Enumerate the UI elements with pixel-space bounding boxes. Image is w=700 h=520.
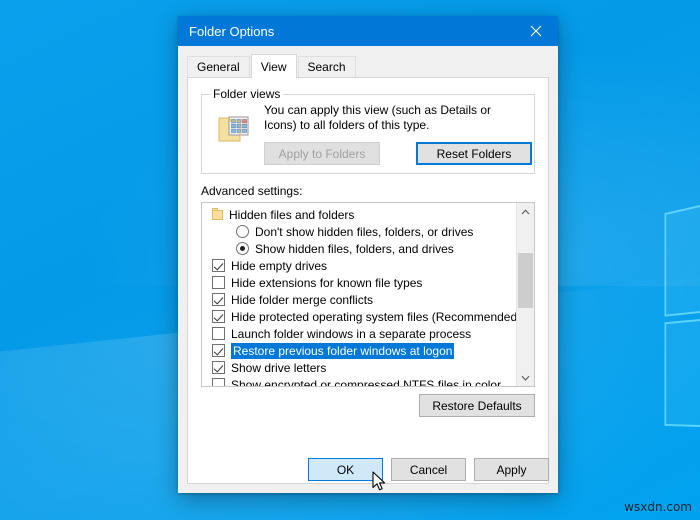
list-item-label: Hide protected operating system files (R… bbox=[231, 310, 516, 324]
folder-views-group: Folder views You can apply this view (su… bbox=[201, 94, 535, 174]
scrollbar-thumb[interactable] bbox=[518, 253, 533, 308]
list-scrollbar[interactable] bbox=[516, 203, 534, 386]
apply-label: Apply bbox=[496, 463, 526, 477]
radio-dont-show-hidden[interactable] bbox=[236, 225, 249, 238]
ok-button[interactable]: OK bbox=[308, 458, 383, 481]
restore-defaults-button[interactable]: Restore Defaults bbox=[419, 394, 535, 417]
list-item-label: Hidden files and folders bbox=[229, 208, 354, 222]
folder-views-legend: Folder views bbox=[210, 87, 283, 101]
list-item-label: Hide empty drives bbox=[231, 259, 327, 273]
site-watermark: wsxdn.com bbox=[624, 500, 692, 514]
apply-to-folders-label: Apply to Folders bbox=[279, 147, 366, 161]
tab-panel-view: Folder views You can apply this view (su… bbox=[187, 77, 549, 484]
list-item[interactable]: Show drive letters bbox=[202, 359, 516, 376]
folder-views-description: You can apply this view (such as Details… bbox=[264, 103, 526, 133]
list-item[interactable]: Hide empty drives bbox=[202, 257, 516, 274]
dialog-titlebar: Folder Options bbox=[178, 16, 558, 46]
advanced-settings-list[interactable]: Hidden files and folders Don't show hidd… bbox=[201, 202, 535, 387]
list-item[interactable]: Hide folder merge conflicts bbox=[202, 291, 516, 308]
reset-folders-button[interactable]: Reset Folders bbox=[416, 142, 532, 165]
checkbox-hide-folder-merge-conflicts[interactable] bbox=[212, 293, 225, 306]
cancel-label: Cancel bbox=[410, 463, 447, 477]
dialog-footer: OK Cancel Apply bbox=[308, 458, 549, 481]
dialog-title: Folder Options bbox=[189, 24, 274, 39]
checkbox-hide-empty-drives[interactable] bbox=[212, 259, 225, 272]
reset-folders-label: Reset Folders bbox=[437, 147, 512, 161]
list-item-label: Show encrypted or compressed NTFS files … bbox=[231, 378, 501, 387]
dialog-body: General View Search Folder views You can… bbox=[178, 46, 558, 493]
folder-icon bbox=[212, 208, 224, 221]
list-item[interactable]: Don't show hidden files, folders, or dri… bbox=[202, 223, 516, 240]
list-item-label: Show hidden files, folders, and drives bbox=[255, 242, 454, 256]
list-item-selected[interactable]: Restore previous folder windows at logon bbox=[202, 342, 516, 359]
tab-view-label: View bbox=[261, 60, 287, 74]
apply-button[interactable]: Apply bbox=[474, 458, 549, 481]
list-item[interactable]: Show encrypted or compressed NTFS files … bbox=[202, 376, 516, 386]
advanced-settings-label: Advanced settings: bbox=[201, 184, 302, 198]
list-item-label: Launch folder windows in a separate proc… bbox=[231, 327, 471, 341]
list-item[interactable]: Show hidden files, folders, and drives bbox=[202, 240, 516, 257]
tab-view[interactable]: View bbox=[251, 54, 297, 78]
tab-general-label: General bbox=[197, 60, 240, 74]
folder-options-dialog: Folder Options General View Search Folde… bbox=[178, 16, 558, 493]
ok-label: OK bbox=[337, 463, 354, 477]
close-icon bbox=[530, 25, 542, 37]
tab-strip: General View Search bbox=[187, 55, 558, 77]
restore-defaults-label: Restore Defaults bbox=[432, 399, 521, 413]
advanced-settings-rows: Hidden files and folders Don't show hidd… bbox=[202, 203, 516, 386]
checkbox-show-drive-letters[interactable] bbox=[212, 361, 225, 374]
checkbox-show-encrypted-ntfs-color[interactable] bbox=[212, 378, 225, 386]
cancel-button[interactable]: Cancel bbox=[391, 458, 466, 481]
tab-search[interactable]: Search bbox=[298, 56, 356, 77]
tab-search-label: Search bbox=[308, 60, 346, 74]
list-item-label: Hide extensions for known file types bbox=[231, 276, 422, 290]
radio-show-hidden[interactable] bbox=[236, 242, 249, 255]
checkbox-hide-protected-os-files[interactable] bbox=[212, 310, 225, 323]
close-button[interactable] bbox=[514, 16, 558, 46]
windows-logo-icon bbox=[664, 196, 700, 437]
list-item-label: Don't show hidden files, folders, or dri… bbox=[255, 225, 473, 239]
list-item[interactable]: Hidden files and folders bbox=[202, 206, 516, 223]
list-item-label: Restore previous folder windows at logon bbox=[231, 343, 454, 359]
checkbox-restore-previous-folder-windows[interactable] bbox=[212, 344, 225, 357]
folder-view-icon bbox=[217, 113, 251, 145]
list-item[interactable]: Launch folder windows in a separate proc… bbox=[202, 325, 516, 342]
apply-to-folders-button[interactable]: Apply to Folders bbox=[264, 142, 380, 165]
restore-defaults-wrap: Restore Defaults bbox=[419, 394, 535, 417]
list-item-label: Hide folder merge conflicts bbox=[231, 293, 373, 307]
list-item-label: Show drive letters bbox=[231, 361, 326, 375]
list-item[interactable]: Hide extensions for known file types bbox=[202, 274, 516, 291]
checkbox-hide-extensions[interactable] bbox=[212, 276, 225, 289]
checkbox-launch-separate-process[interactable] bbox=[212, 327, 225, 340]
scroll-down-arrow-icon[interactable] bbox=[517, 369, 534, 386]
scroll-up-arrow-icon[interactable] bbox=[517, 203, 534, 220]
folder-views-buttons: Apply to Folders Reset Folders bbox=[264, 142, 532, 165]
list-item[interactable]: Hide protected operating system files (R… bbox=[202, 308, 516, 325]
tab-general[interactable]: General bbox=[187, 56, 250, 77]
